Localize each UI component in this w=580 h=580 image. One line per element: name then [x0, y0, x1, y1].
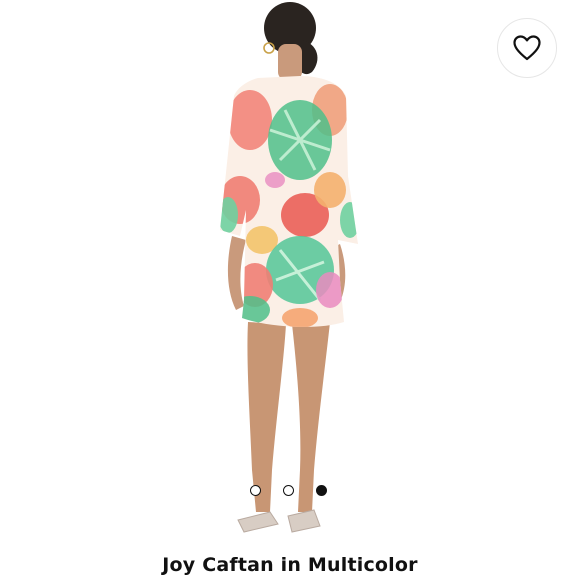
product-title: Joy Caftan in Multicolor	[162, 554, 418, 576]
favorite-button[interactable]	[497, 18, 557, 78]
product-card: Joy Caftan in Multicolor	[0, 0, 580, 580]
carousel-dots	[250, 485, 330, 497]
carousel-dot-1[interactable]	[250, 485, 261, 496]
carousel-dot-3[interactable]	[316, 485, 327, 496]
carousel-dot-2[interactable]	[283, 485, 294, 496]
product-image[interactable]	[0, 0, 580, 545]
heart-outline-icon	[513, 35, 541, 61]
